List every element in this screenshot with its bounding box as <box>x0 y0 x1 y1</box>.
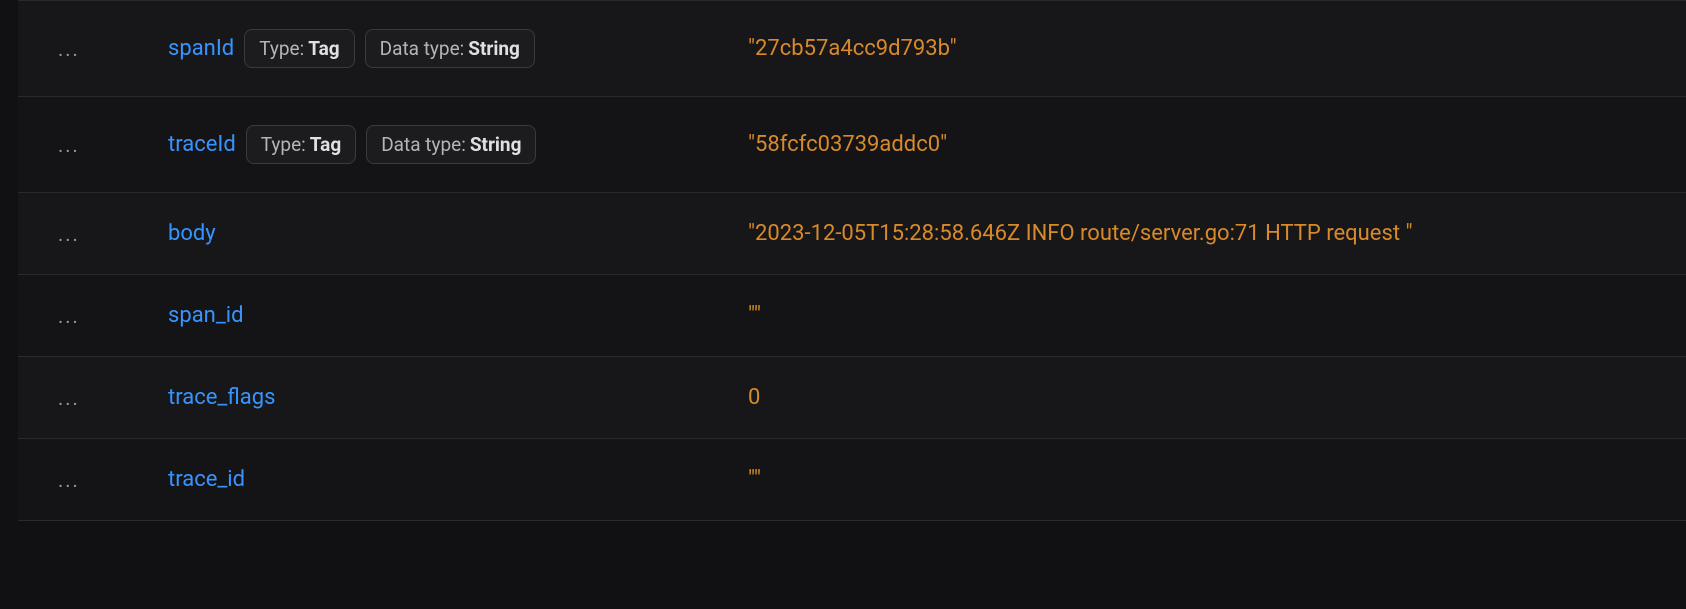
field-name-link[interactable]: span_id <box>168 303 244 328</box>
field-name-link[interactable]: traceId <box>168 132 236 157</box>
field-value: "2023-12-05T15:28:58.646Z INFO route/ser… <box>748 221 1668 246</box>
table-row: ... trace_id "" <box>18 439 1686 521</box>
datatype-badge-label: Data type: <box>380 37 465 60</box>
datatype-badge: Data type: String <box>365 29 535 68</box>
datatype-badge-value: String <box>470 133 522 156</box>
table-row: ... traceId Type: Tag Data type: String … <box>18 97 1686 193</box>
field-name-link[interactable]: trace_flags <box>168 385 275 410</box>
datatype-badge-label: Data type: <box>381 133 466 156</box>
datatype-badge-value: String <box>468 37 520 60</box>
row-actions[interactable]: ... <box>58 386 168 410</box>
field-key-cell: span_id <box>168 303 748 328</box>
row-actions[interactable]: ... <box>58 468 168 492</box>
row-actions[interactable]: ... <box>58 133 168 157</box>
field-value: "" <box>748 303 1668 328</box>
datatype-badge: Data type: String <box>366 125 536 164</box>
row-actions[interactable]: ... <box>58 37 168 61</box>
table-row: ... body "2023-12-05T15:28:58.646Z INFO … <box>18 193 1686 275</box>
field-value: "" <box>748 467 1668 492</box>
field-name-link[interactable]: spanId <box>168 36 234 61</box>
type-badge-value: Tag <box>308 37 339 60</box>
row-actions[interactable]: ... <box>58 222 168 246</box>
table-row: ... spanId Type: Tag Data type: String "… <box>18 0 1686 97</box>
fields-table: ... spanId Type: Tag Data type: String "… <box>0 0 1686 521</box>
field-name-link[interactable]: body <box>168 221 216 246</box>
field-key-cell: traceId Type: Tag Data type: String <box>168 125 748 164</box>
field-value: 0 <box>748 385 1668 410</box>
field-key-cell: trace_id <box>168 467 748 492</box>
field-key-cell: spanId Type: Tag Data type: String <box>168 29 748 68</box>
table-row: ... span_id "" <box>18 275 1686 357</box>
type-badge-label: Type: <box>261 133 306 156</box>
field-name-link[interactable]: trace_id <box>168 467 245 492</box>
table-row: ... trace_flags 0 <box>18 357 1686 439</box>
field-value: "58fcfc03739addc0" <box>748 132 1668 157</box>
field-key-cell: body <box>168 221 748 246</box>
field-key-cell: trace_flags <box>168 385 748 410</box>
type-badge: Type: Tag <box>246 125 356 164</box>
row-actions[interactable]: ... <box>58 304 168 328</box>
type-badge: Type: Tag <box>244 29 354 68</box>
type-badge-value: Tag <box>310 133 341 156</box>
field-value: "27cb57a4cc9d793b" <box>748 36 1668 61</box>
type-badge-label: Type: <box>259 37 304 60</box>
